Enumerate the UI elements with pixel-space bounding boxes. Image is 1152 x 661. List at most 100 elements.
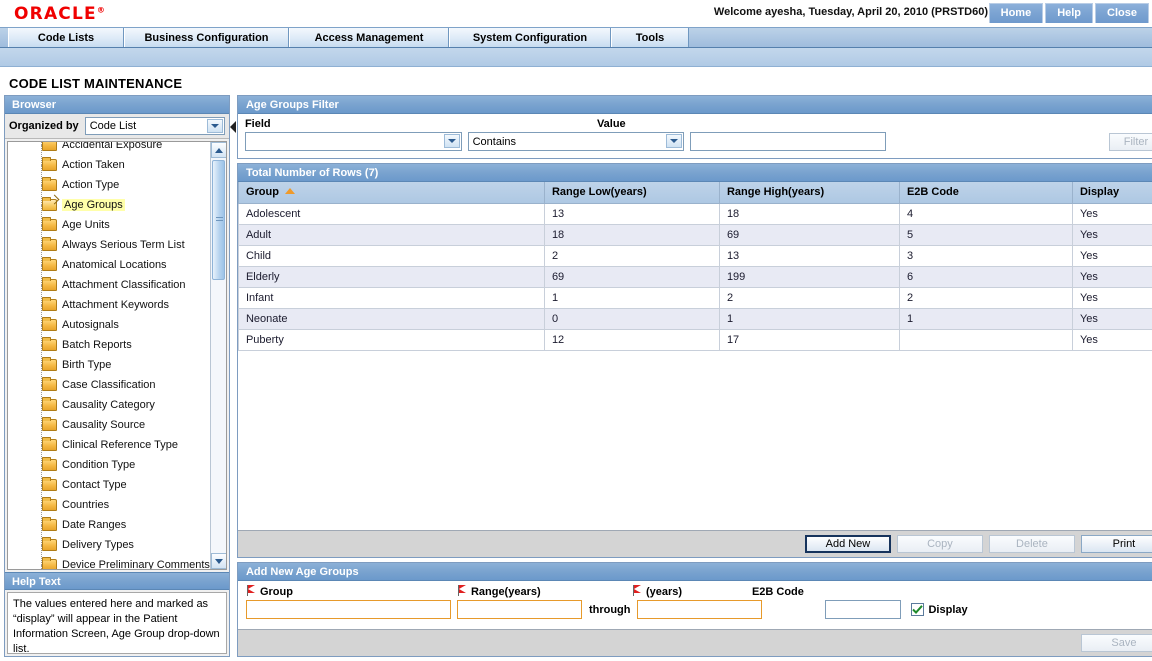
e2b-code-input[interactable] bbox=[825, 600, 902, 619]
tree-item[interactable]: Action Type bbox=[8, 175, 210, 195]
grid-action-buttons: Add New Copy Delete Print bbox=[237, 530, 1152, 557]
folder-icon bbox=[42, 537, 57, 551]
folder-icon bbox=[42, 397, 57, 411]
tree-item[interactable]: Batch Reports bbox=[8, 335, 210, 355]
copy-button[interactable]: Copy bbox=[896, 535, 983, 553]
filter-operator-select[interactable]: Contains bbox=[467, 132, 685, 151]
page-title: CODE LIST MAINTENANCE bbox=[9, 76, 183, 91]
folder-icon bbox=[42, 337, 57, 351]
table-column-header[interactable]: Display bbox=[1071, 182, 1152, 204]
scrollbar-thumb[interactable] bbox=[211, 160, 225, 280]
organized-by-select[interactable]: Code List bbox=[84, 117, 225, 135]
oracle-logo: ORACLE® bbox=[14, 4, 106, 24]
menu-tab-business-configuration[interactable]: Business Configuration bbox=[124, 28, 289, 47]
folder-icon bbox=[42, 477, 57, 491]
table-cell: 13 bbox=[718, 244, 900, 267]
table-row[interactable]: Infant 1 2 2 Yes bbox=[237, 286, 1152, 309]
tree-item[interactable]: Action Taken bbox=[8, 155, 210, 175]
tree-item[interactable]: Device Preliminary Comments bbox=[8, 555, 210, 569]
folder-icon bbox=[42, 317, 57, 331]
help-link[interactable]: Help bbox=[1045, 3, 1094, 23]
folder-icon bbox=[42, 497, 57, 511]
group-field-label-wrap: Group bbox=[246, 585, 457, 598]
table-row[interactable]: Adult 18 69 5 Yes bbox=[237, 223, 1152, 246]
range-low-input[interactable] bbox=[456, 600, 582, 619]
tree-item[interactable]: Attachment Classification bbox=[8, 275, 210, 295]
scroll-up-button[interactable] bbox=[210, 142, 226, 158]
menu-tab-access-management[interactable]: Access Management bbox=[289, 28, 449, 47]
through-label: through bbox=[588, 603, 631, 616]
tree-item[interactable]: Autosignals bbox=[8, 315, 210, 335]
table-column-header[interactable]: E2B Code bbox=[898, 182, 1073, 204]
tree-item[interactable]: Anatomical Locations bbox=[8, 255, 210, 275]
code-list-tree[interactable]: Accidental Exposure Action Taken Action Ty… bbox=[8, 142, 210, 569]
table-cell: 2 bbox=[898, 286, 1073, 309]
table-column-header-label: Group bbox=[245, 185, 279, 198]
panel-collapse-toggle[interactable] bbox=[229, 95, 236, 657]
table-cell: 12 bbox=[543, 328, 720, 351]
folder-icon bbox=[42, 157, 57, 171]
menu-tab-tools[interactable]: Tools bbox=[611, 28, 689, 47]
table-column-header[interactable]: Range High(years) bbox=[718, 182, 900, 204]
filter-value-input[interactable] bbox=[690, 132, 887, 151]
filter-operator-selected-value: Contains bbox=[472, 135, 517, 148]
table-cell: 3 bbox=[898, 244, 1073, 267]
filter-button[interactable]: Filter bbox=[1108, 132, 1152, 151]
filter-box: Age Groups Filter Field Value Contains F… bbox=[236, 95, 1152, 159]
table-cell: Adult bbox=[237, 223, 545, 246]
required-flag-icon bbox=[457, 585, 467, 596]
table-column-header[interactable]: Group bbox=[237, 182, 545, 204]
folder-icon bbox=[42, 297, 57, 311]
table-column-header[interactable]: Range Low(years) bbox=[543, 182, 720, 204]
display-checkbox[interactable] bbox=[911, 603, 925, 616]
main-content-area: Browser Organized by Code List Accidenta… bbox=[4, 95, 1152, 657]
filter-field-select[interactable] bbox=[244, 132, 462, 151]
application-window: ORACLE® Welcome ayesha, Tuesday, April 2… bbox=[0, 0, 1152, 661]
table-row[interactable]: Child 2 13 3 Yes bbox=[237, 244, 1152, 267]
tree-item[interactable]: Countries bbox=[8, 495, 210, 515]
print-button[interactable]: Print bbox=[1080, 535, 1152, 553]
tree-item[interactable]: Causality Source bbox=[8, 415, 210, 435]
tree-item[interactable]: Case Classification bbox=[8, 375, 210, 395]
table-cell: 13 bbox=[543, 202, 720, 225]
add-new-button[interactable]: Add New bbox=[804, 535, 891, 553]
folder-icon bbox=[42, 177, 57, 191]
delete-button[interactable]: Delete bbox=[988, 535, 1075, 553]
tree-item[interactable]: Birth Type bbox=[8, 355, 210, 375]
welcome-message: Welcome ayesha, Tuesday, April 20, 2010 … bbox=[713, 6, 988, 18]
tree-item[interactable]: Always Serious Term List bbox=[8, 235, 210, 255]
menu-tab-code-lists[interactable]: Code Lists bbox=[8, 28, 124, 47]
tree-item[interactable]: Condition Type bbox=[8, 455, 210, 475]
scroll-down-button[interactable] bbox=[210, 553, 226, 569]
tree-item[interactable]: Contact Type bbox=[8, 475, 210, 495]
help-text-body: The values entered here and marked as “d… bbox=[7, 592, 227, 655]
group-input[interactable] bbox=[245, 600, 451, 619]
tree-item[interactable]: Causality Category bbox=[8, 395, 210, 415]
tree-item[interactable]: Age Units bbox=[8, 215, 210, 235]
tree-item-label: Causality Category bbox=[62, 399, 155, 411]
table-cell: 0 bbox=[543, 307, 720, 330]
range-field-label-wrap: Range(years) bbox=[457, 585, 632, 598]
folder-icon bbox=[42, 457, 57, 471]
tree-item[interactable]: Delivery Types bbox=[8, 535, 210, 555]
tree-vertical-scrollbar[interactable] bbox=[209, 142, 226, 569]
tree-item-label: Attachment Keywords bbox=[62, 299, 169, 311]
table-cell: 1 bbox=[543, 286, 720, 309]
years-field-label: (years) bbox=[645, 586, 683, 598]
table-cell: Yes bbox=[1071, 265, 1152, 288]
table-row[interactable]: Neonate 0 1 1 Yes bbox=[237, 307, 1152, 330]
save-button[interactable]: Save bbox=[1080, 634, 1152, 652]
menu-tab-system-configuration[interactable]: System Configuration bbox=[449, 28, 611, 47]
tree-item[interactable]: Age Groups bbox=[8, 195, 210, 215]
home-link[interactable]: Home bbox=[988, 3, 1044, 23]
menu-sub-bar bbox=[0, 48, 1152, 67]
table-row[interactable]: Elderly 69 199 6 Yes bbox=[237, 265, 1152, 288]
tree-item[interactable]: Date Ranges bbox=[8, 515, 210, 535]
tree-item[interactable]: Accidental Exposure bbox=[8, 142, 210, 155]
tree-item[interactable]: Attachment Keywords bbox=[8, 295, 210, 315]
table-row[interactable]: Adolescent 13 18 4 Yes bbox=[237, 202, 1152, 225]
close-link[interactable]: Close bbox=[1095, 3, 1149, 23]
range-high-input[interactable] bbox=[637, 600, 763, 619]
table-row[interactable]: Puberty 12 17 Yes bbox=[237, 328, 1152, 351]
tree-item[interactable]: Clinical Reference Type bbox=[8, 435, 210, 455]
